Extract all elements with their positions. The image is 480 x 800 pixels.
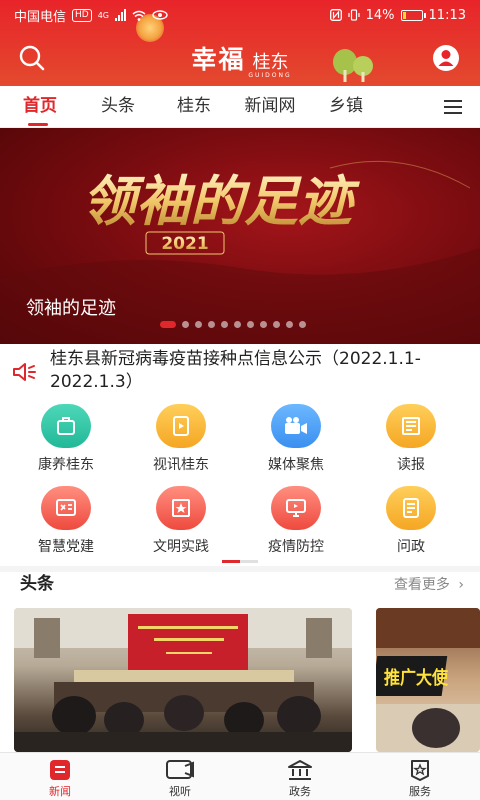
news-icon — [50, 760, 70, 780]
bottom-tab-service[interactable]: 服务 — [360, 753, 480, 800]
headline-carousel: 推广大使 — [14, 608, 480, 752]
clock: 11:13 — [428, 7, 466, 23]
trees-icon — [333, 49, 373, 82]
banner-caption: 领袖的足迹 — [26, 298, 116, 319]
bottom-tab-av[interactable]: 视听 — [120, 753, 240, 800]
bottom-tab-label: 新闻 — [49, 785, 71, 798]
tv-icon — [166, 760, 194, 779]
carousel-dot[interactable] — [299, 321, 306, 328]
notepad-icon — [386, 486, 436, 530]
headlines-title: 头条 — [20, 574, 54, 594]
signal-icon — [115, 9, 127, 21]
service-civilization[interactable]: 文明实践 — [121, 486, 241, 556]
grid-page-indicator — [222, 560, 258, 563]
bottom-tab-news[interactable]: 新闻 — [0, 753, 120, 800]
carousel-dot[interactable] — [195, 321, 202, 328]
battery-icon — [400, 9, 426, 21]
service-label: 媒体聚焦 — [268, 457, 324, 473]
carousel-dot[interactable] — [208, 321, 215, 328]
logo-sub-text: 桂东 — [252, 52, 289, 73]
promo-photo: 推广大使 — [376, 608, 480, 752]
newspaper-icon — [386, 404, 436, 448]
carousel-dot[interactable] — [260, 321, 267, 328]
service-label: 问政 — [397, 539, 425, 555]
bottom-tab-label: 视听 — [169, 785, 191, 798]
banner-art-title: 领袖的足迹 — [82, 169, 360, 233]
view-more-link[interactable]: 查看更多 › — [394, 573, 464, 597]
document-play-icon — [156, 404, 206, 448]
service-media-focus[interactable]: 媒体聚焦 — [236, 404, 356, 474]
service-label: 康养桂东 — [38, 457, 94, 473]
hero-banner[interactable]: 领袖的足迹 2021 领袖的足迹 — [0, 128, 480, 344]
tab-guidong[interactable]: 桂东 — [156, 86, 232, 128]
service-grid: 康养桂东 视讯桂东 媒体聚焦 读报 智慧党建 文明实践 疫情防控 问政 — [0, 404, 480, 556]
view-more-label: 查看更多 — [393, 577, 450, 593]
carousel-dot[interactable] — [221, 321, 228, 328]
eye-icon — [152, 10, 168, 20]
carousel-dot[interactable] — [286, 321, 293, 328]
notice-bar[interactable]: 桂东县新冠病毒疫苗接种点信息公示（2022.1.1-2022.1.3） — [0, 344, 480, 398]
section-divider — [0, 566, 480, 572]
service-label: 视讯桂东 — [153, 457, 209, 473]
bottom-tab-label: 政务 — [289, 785, 311, 798]
tab-news-net[interactable]: 新闻网 — [232, 86, 308, 128]
headline-card[interactable]: 推广大使 — [376, 608, 480, 752]
wifi-icon — [132, 10, 146, 21]
bottom-tab-gov[interactable]: 政务 — [240, 753, 360, 800]
party-emblem-icon — [41, 486, 91, 530]
title-bar: 幸福 桂东 GUIDONG — [0, 30, 480, 86]
service-label: 读报 — [397, 457, 425, 473]
category-tabs: 首页 头条 桂东 新闻网 乡镇 — [0, 86, 480, 128]
service-newspaper[interactable]: 读报 — [351, 404, 471, 474]
carousel-dot[interactable] — [273, 321, 280, 328]
user-profile-icon[interactable] — [430, 42, 462, 74]
service-smart-party[interactable]: 智慧党建 — [6, 486, 126, 556]
chevron-right-icon: › — [458, 577, 464, 593]
promo-overlay-text: 推广大使 — [384, 667, 449, 689]
monitor-icon — [271, 486, 321, 530]
banner-art-year: 2021 — [161, 234, 208, 254]
app-logo: 幸福 桂东 GUIDONG — [0, 40, 480, 79]
logo-main-text: 幸福 — [191, 45, 246, 74]
tab-home[interactable]: 首页 — [0, 86, 80, 128]
bottom-tab-label: 服务 — [409, 785, 431, 798]
battery-percent: 14% — [365, 7, 395, 23]
carousel-indicator — [160, 321, 306, 328]
carrier-label: 中国电信 — [14, 9, 67, 25]
star-flag-icon — [156, 486, 206, 530]
vibrate-icon — [348, 9, 360, 21]
service-epidemic[interactable]: 疫情防控 — [236, 486, 356, 556]
service-kangyang[interactable]: 康养桂东 — [6, 404, 126, 474]
luggage-icon — [41, 404, 91, 448]
speaker-icon — [13, 363, 36, 381]
service-label: 文明实践 — [153, 539, 209, 555]
carousel-dot[interactable] — [247, 321, 254, 328]
carousel-dot[interactable] — [160, 321, 176, 328]
tab-headlines[interactable]: 头条 — [80, 86, 156, 128]
tab-towns[interactable]: 乡镇 — [308, 86, 384, 128]
headline-card[interactable] — [14, 608, 352, 752]
bottom-navigation: 新闻 视听 政务 服务 — [0, 752, 480, 800]
service-badge-icon — [411, 760, 429, 781]
service-label: 智慧党建 — [38, 539, 94, 555]
menu-icon[interactable] — [444, 99, 462, 115]
service-label: 疫情防控 — [268, 539, 324, 555]
notice-text: 桂东县新冠病毒疫苗接种点信息公示（2022.1.1-2022.1.3） — [50, 349, 421, 392]
carousel-dot[interactable] — [182, 321, 189, 328]
government-building-icon — [288, 760, 312, 780]
status-bar: 中国电信 HD 4G 14% 11:13 — [0, 0, 480, 30]
carousel-dot[interactable] — [234, 321, 241, 328]
nfc-icon — [329, 9, 342, 21]
service-inquiry[interactable]: 问政 — [351, 486, 471, 556]
meeting-photo — [14, 608, 352, 752]
hd-badge: HD — [72, 8, 92, 22]
app-header: 中国电信 HD 4G 14% 11:13 幸福 桂东 GUIDONG — [0, 0, 480, 86]
video-camera-icon — [271, 404, 321, 448]
network-type: 4G — [97, 10, 110, 20]
service-video-guidong[interactable]: 视讯桂东 — [121, 404, 241, 474]
